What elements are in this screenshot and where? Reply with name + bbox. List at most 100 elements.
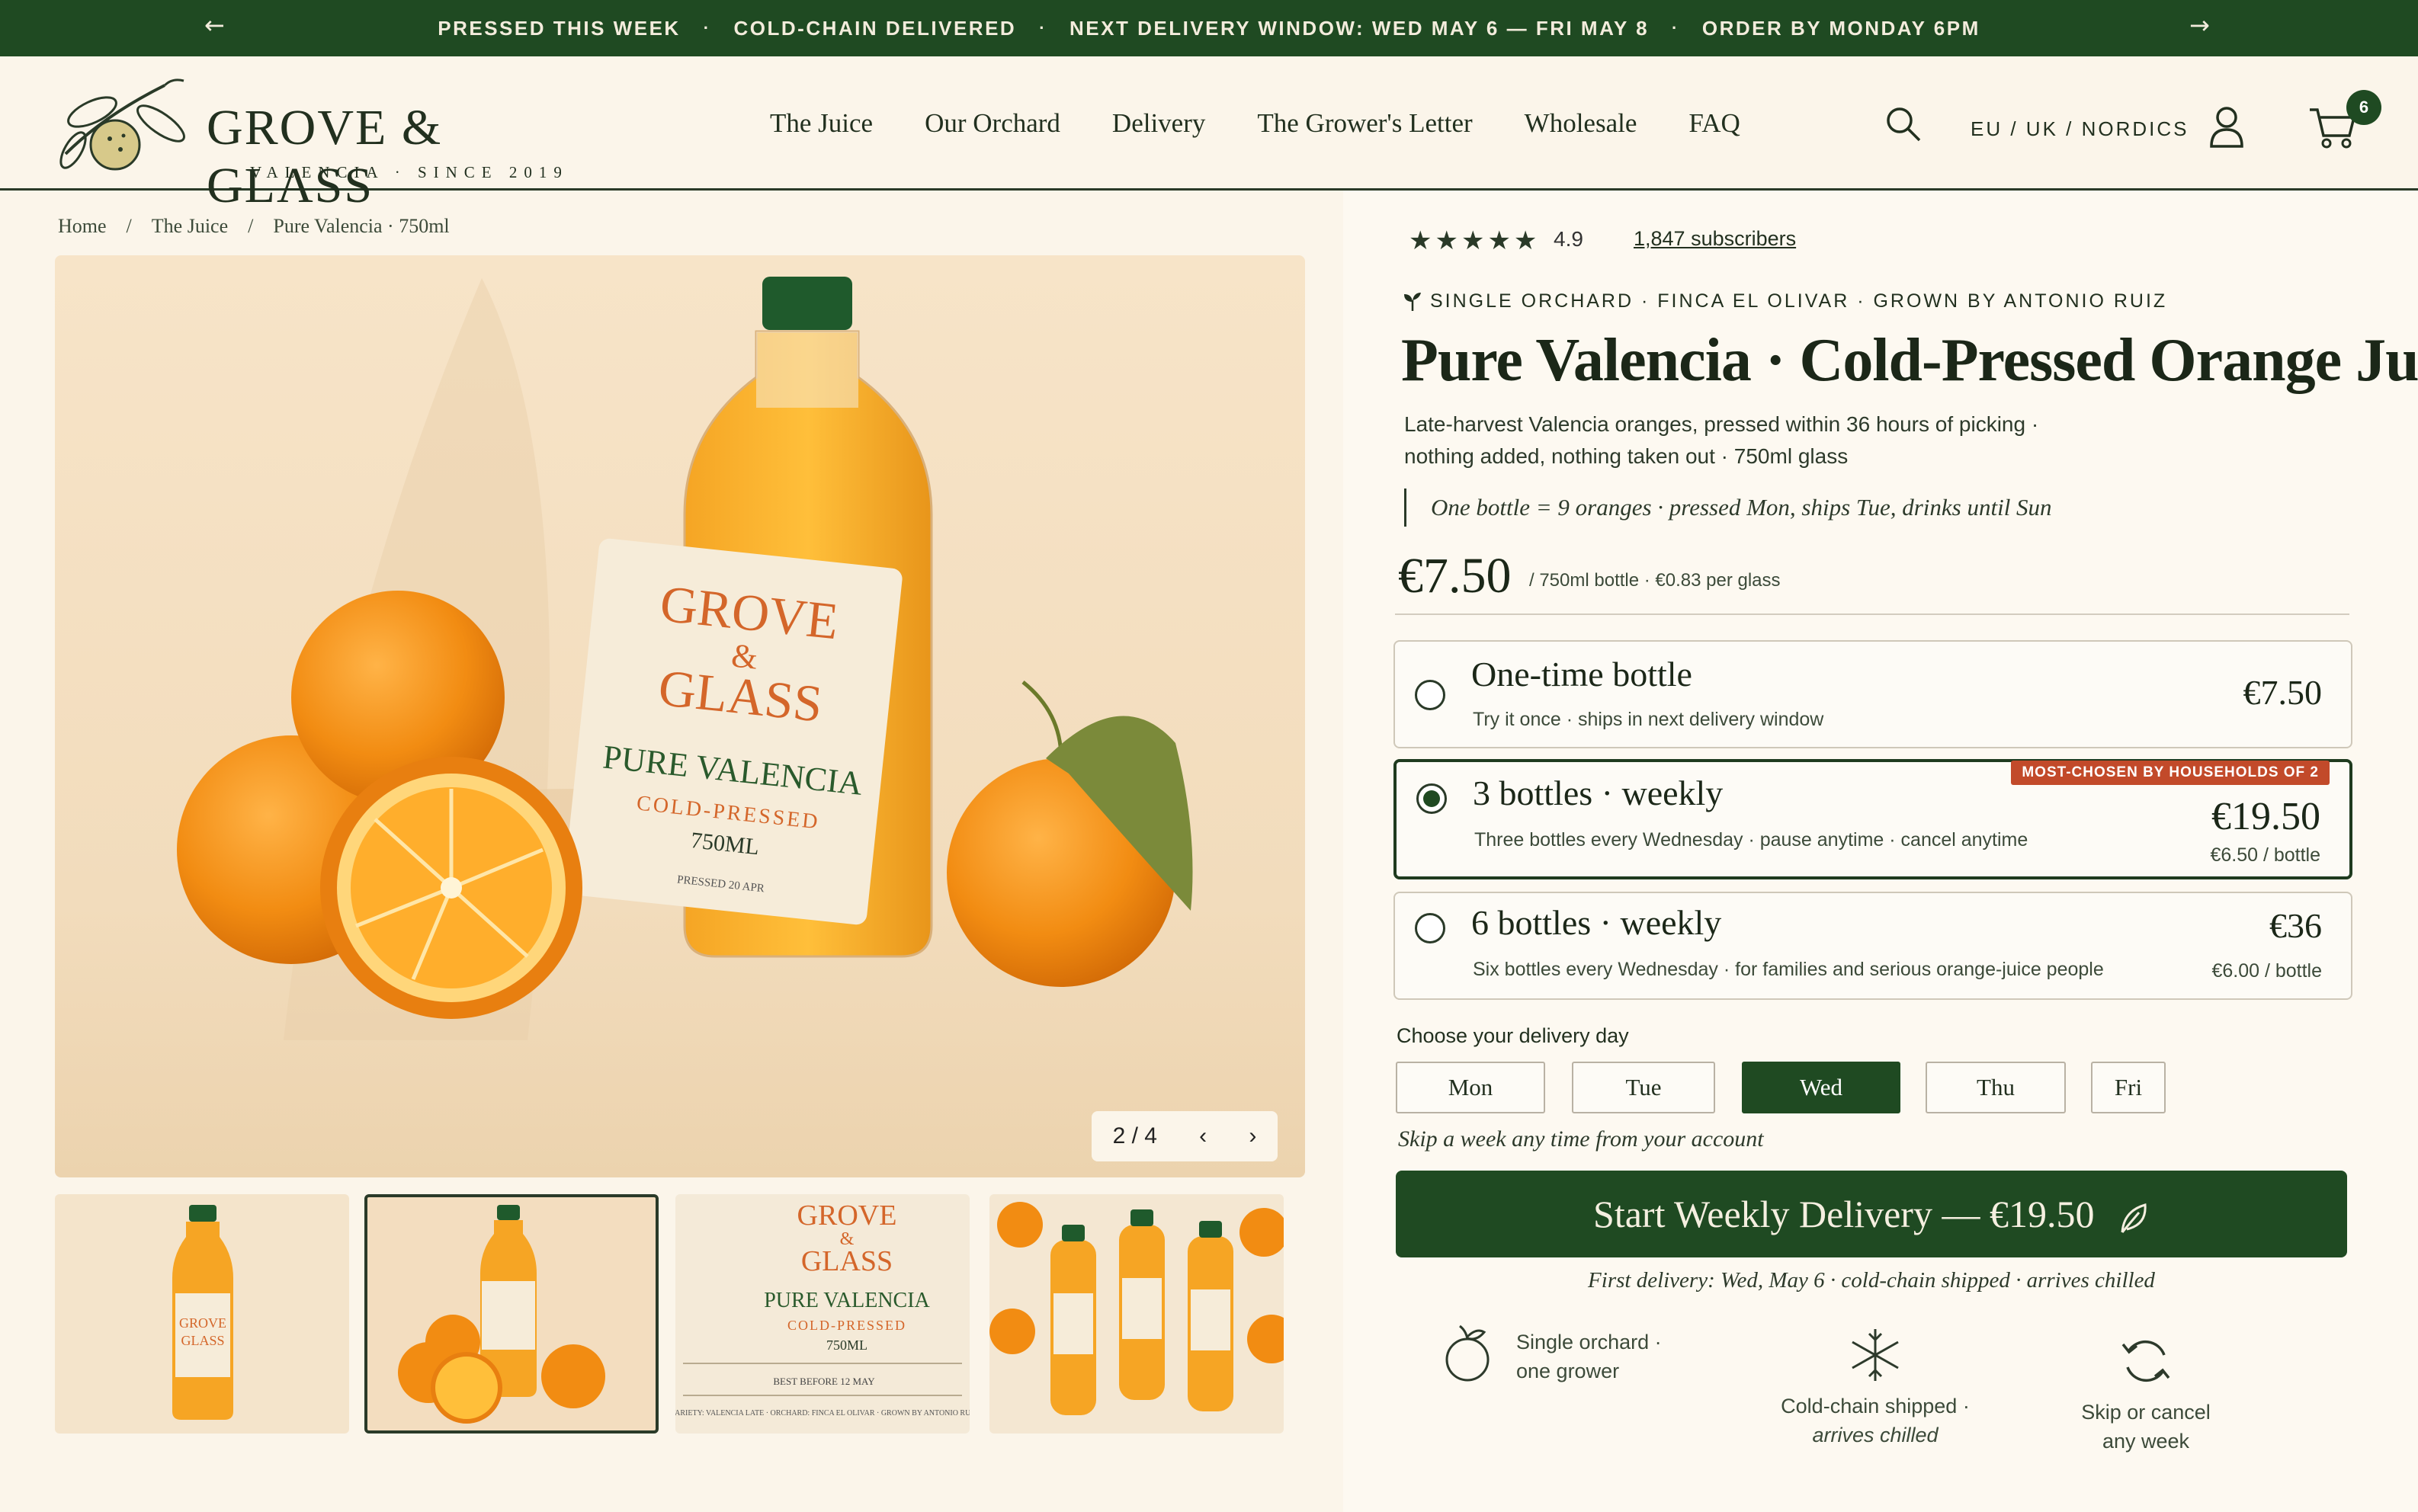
plan-radio[interactable] [1415,680,1445,710]
account-icon[interactable] [2208,105,2246,148]
plan-unit-price: €6.50 / bottle [2210,844,2320,866]
subscribers-link[interactable]: 1,847 subscribers [1634,227,1796,251]
product-price: €7.50 [1398,548,1512,604]
thumbnail-label-brand: GLASS [801,1245,893,1277]
product-description-line: Late-harvest Valencia oranges, pressed w… [1404,412,2039,436]
feature-skip-cancel: Skip or cancel any week [2028,1326,2264,1456]
thumbnail-label-dates: BEST BEFORE 12 MAY [773,1376,875,1387]
nav-item-our-orchard[interactable]: Our Orchard [925,108,1060,139]
main-nav: The Juice Our Orchard Delivery The Growe… [770,108,1740,139]
day-option-thu[interactable]: Thu [1926,1062,2066,1113]
product-description: Late-harvest Valencia oranges, pressed w… [1404,408,2151,472]
breadcrumb-current: Pure Valencia · 750ml [273,215,450,237]
gallery-prev-chevron-icon[interactable]: ‹ [1199,1123,1207,1149]
breadcrumb: Home / The Juice / Pure Valencia · 750ml [58,215,450,238]
breadcrumb-home[interactable]: Home [58,215,107,238]
plan-option-6-weekly[interactable]: 6 bottles · weekly Six bottles every Wed… [1393,892,2352,1000]
day-option-tue[interactable]: Tue [1572,1062,1715,1113]
feature-text: Skip or cancel [2081,1401,2211,1424]
feature-text: Single orchard · [1516,1331,1662,1353]
plan-price: €7.50 [2243,673,2323,712]
rating-stars-icon: ★★★★★ [1409,226,1541,256]
banner-message: PRESSED THIS WEEK [438,16,681,40]
plan-name: One-time bottle [1471,655,1692,694]
breadcrumb-separator: / [248,215,254,237]
banner-prev-arrow-icon[interactable]: ← [204,11,225,40]
banner-message: NEXT DELIVERY WINDOW: WED MAY 6 — FRI MA… [1070,16,1650,40]
start-weekly-delivery-button[interactable]: Start Weekly Delivery — €19.50 [1396,1171,2347,1257]
snowflake-icon [1852,1329,1899,1381]
thumbnail-label-brand: GROVE [797,1200,897,1232]
nav-item-the-juice[interactable]: The Juice [770,108,873,139]
plan-description: Six bottles every Wednesday · for famili… [1473,959,2104,980]
thumbnail-label-size: 750ML [826,1337,867,1353]
nav-item-delivery[interactable]: Delivery [1112,108,1205,139]
day-option-fri[interactable]: Fri [2091,1062,2166,1113]
announcement-banner: ← PRESSED THIS WEEK · COLD-CHAIN DELIVER… [0,0,2418,56]
plan-unit-price: €6.00 / bottle [2211,960,2322,982]
feature-text: arrives chilled [1812,1424,1939,1446]
origin-text: SINGLE ORCHARD · FINCA EL OLIVAR · GROWN… [1430,290,2168,312]
plan-radio-selected[interactable] [1416,783,1447,814]
first-delivery-note: First delivery: Wed, May 6 · cold-chain … [1588,1268,2155,1293]
search-icon[interactable] [1884,105,1923,143]
logo[interactable]: GROVE & GLASS VALENCIA · SINCE 2019 [50,70,584,213]
orange-icon [1445,1325,1490,1382]
plan-name: 6 bottles · weekly [1471,903,1722,942]
banner-message: COLD-CHAIN DELIVERED [733,16,1017,40]
plan-price: €19.50 [2211,795,2320,838]
product-note: One bottle = 9 oranges · pressed Mon, sh… [1404,489,2052,527]
most-chosen-badge: MOST-CHOSEN BY HOUSEHOLDS OF 2 [2011,761,2330,785]
plan-option-3-weekly[interactable]: MOST-CHOSEN BY HOUSEHOLDS OF 2 3 bottles… [1393,759,2352,879]
nav-item-growers-letter[interactable]: The Grower's Letter [1257,108,1472,139]
day-option-mon[interactable]: Mon [1396,1062,1545,1113]
breadcrumb-the-juice[interactable]: The Juice [152,215,228,238]
gallery-page-indicator: 2 / 4 [1112,1123,1157,1148]
gallery-thumbnail-4[interactable] [989,1194,1284,1434]
banner-separator: · [1672,18,1679,37]
origin-line: SINGLE ORCHARD · FINCA EL OLIVAR · GROWN… [1401,290,2167,312]
gallery-thumbnail-1[interactable]: GROVE GLASS [55,1194,349,1434]
gallery-thumbnail-2[interactable] [364,1194,659,1434]
plan-radio[interactable] [1415,913,1445,943]
feature-text: any week [2102,1430,2190,1453]
feature-text: Cold-chain shipped · [1781,1395,1970,1418]
gallery-next-chevron-icon[interactable]: › [1249,1123,1256,1149]
plan-name: 3 bottles · weekly [1473,774,1724,812]
logo-tagline: VALENCIA · SINCE 2019 [250,163,569,181]
region-selector[interactable]: EU / UK / NORDICS [1971,117,2189,141]
logo-wordmark: GROVE & GLASS [207,100,443,213]
nav-item-wholesale[interactable]: Wholesale [1525,108,1637,139]
thumbnail-label-brand: GROVE [179,1315,226,1331]
divider [1395,613,2349,615]
plan-option-one-time[interactable]: One-time bottle Try it once · ships in n… [1393,640,2352,748]
gallery-thumbnail-3[interactable]: GROVE & GLASS PURE VALENCIA COLD-PRESSED… [675,1194,970,1434]
rating-value: 4.9 [1554,227,1583,251]
plan-description: Try it once · ships in next delivery win… [1473,709,1824,730]
plan-price: €36 [2269,906,2322,945]
site-header: GROVE & GLASS VALENCIA · SINCE 2019 The … [0,56,2418,213]
refresh-icon [2121,1340,2170,1382]
banner-next-arrow-icon[interactable]: → [2189,11,2210,40]
nav-item-faq[interactable]: FAQ [1688,108,1740,139]
orange-branch-logo-icon [59,78,185,171]
thumbnail-label-brand: GLASS [181,1333,224,1348]
cta-label: Start Weekly Delivery — €19.50 [1593,1193,2095,1235]
delivery-day-label: Choose your delivery day [1397,1024,1629,1047]
banner-separator: · [703,18,711,37]
sprout-icon [1404,293,1421,311]
day-option-wed[interactable]: Wed [1742,1062,1900,1113]
thumbnail-label-method: COLD-PRESSED [787,1318,906,1333]
cart-count-badge: 6 [2346,90,2381,125]
gallery-pager: 2 / 4 ‹ › [1092,1111,1278,1161]
thumbnail-label-product: PURE VALENCIA [764,1289,930,1312]
banner-separator: · [1039,18,1047,37]
feature-text: one grower [1516,1360,1620,1382]
skip-week-note: Skip a week any time from your account [1398,1126,1764,1152]
thumbnail-label-variety: VARIETY: VALENCIA LATE · ORCHARD: FINCA … [675,1409,970,1418]
price-unit: / 750ml bottle · €0.83 per glass [1529,570,1781,591]
banner-message: ORDER BY MONDAY 6PM [1701,16,1980,40]
plan-description: Three bottles every Wednesday · pause an… [1474,829,2028,850]
product-description-line: nothing added, nothing taken out · 750ml… [1404,444,1849,468]
product-title: Pure Valencia · Cold-Pressed Orange Juic… [1401,327,2418,394]
